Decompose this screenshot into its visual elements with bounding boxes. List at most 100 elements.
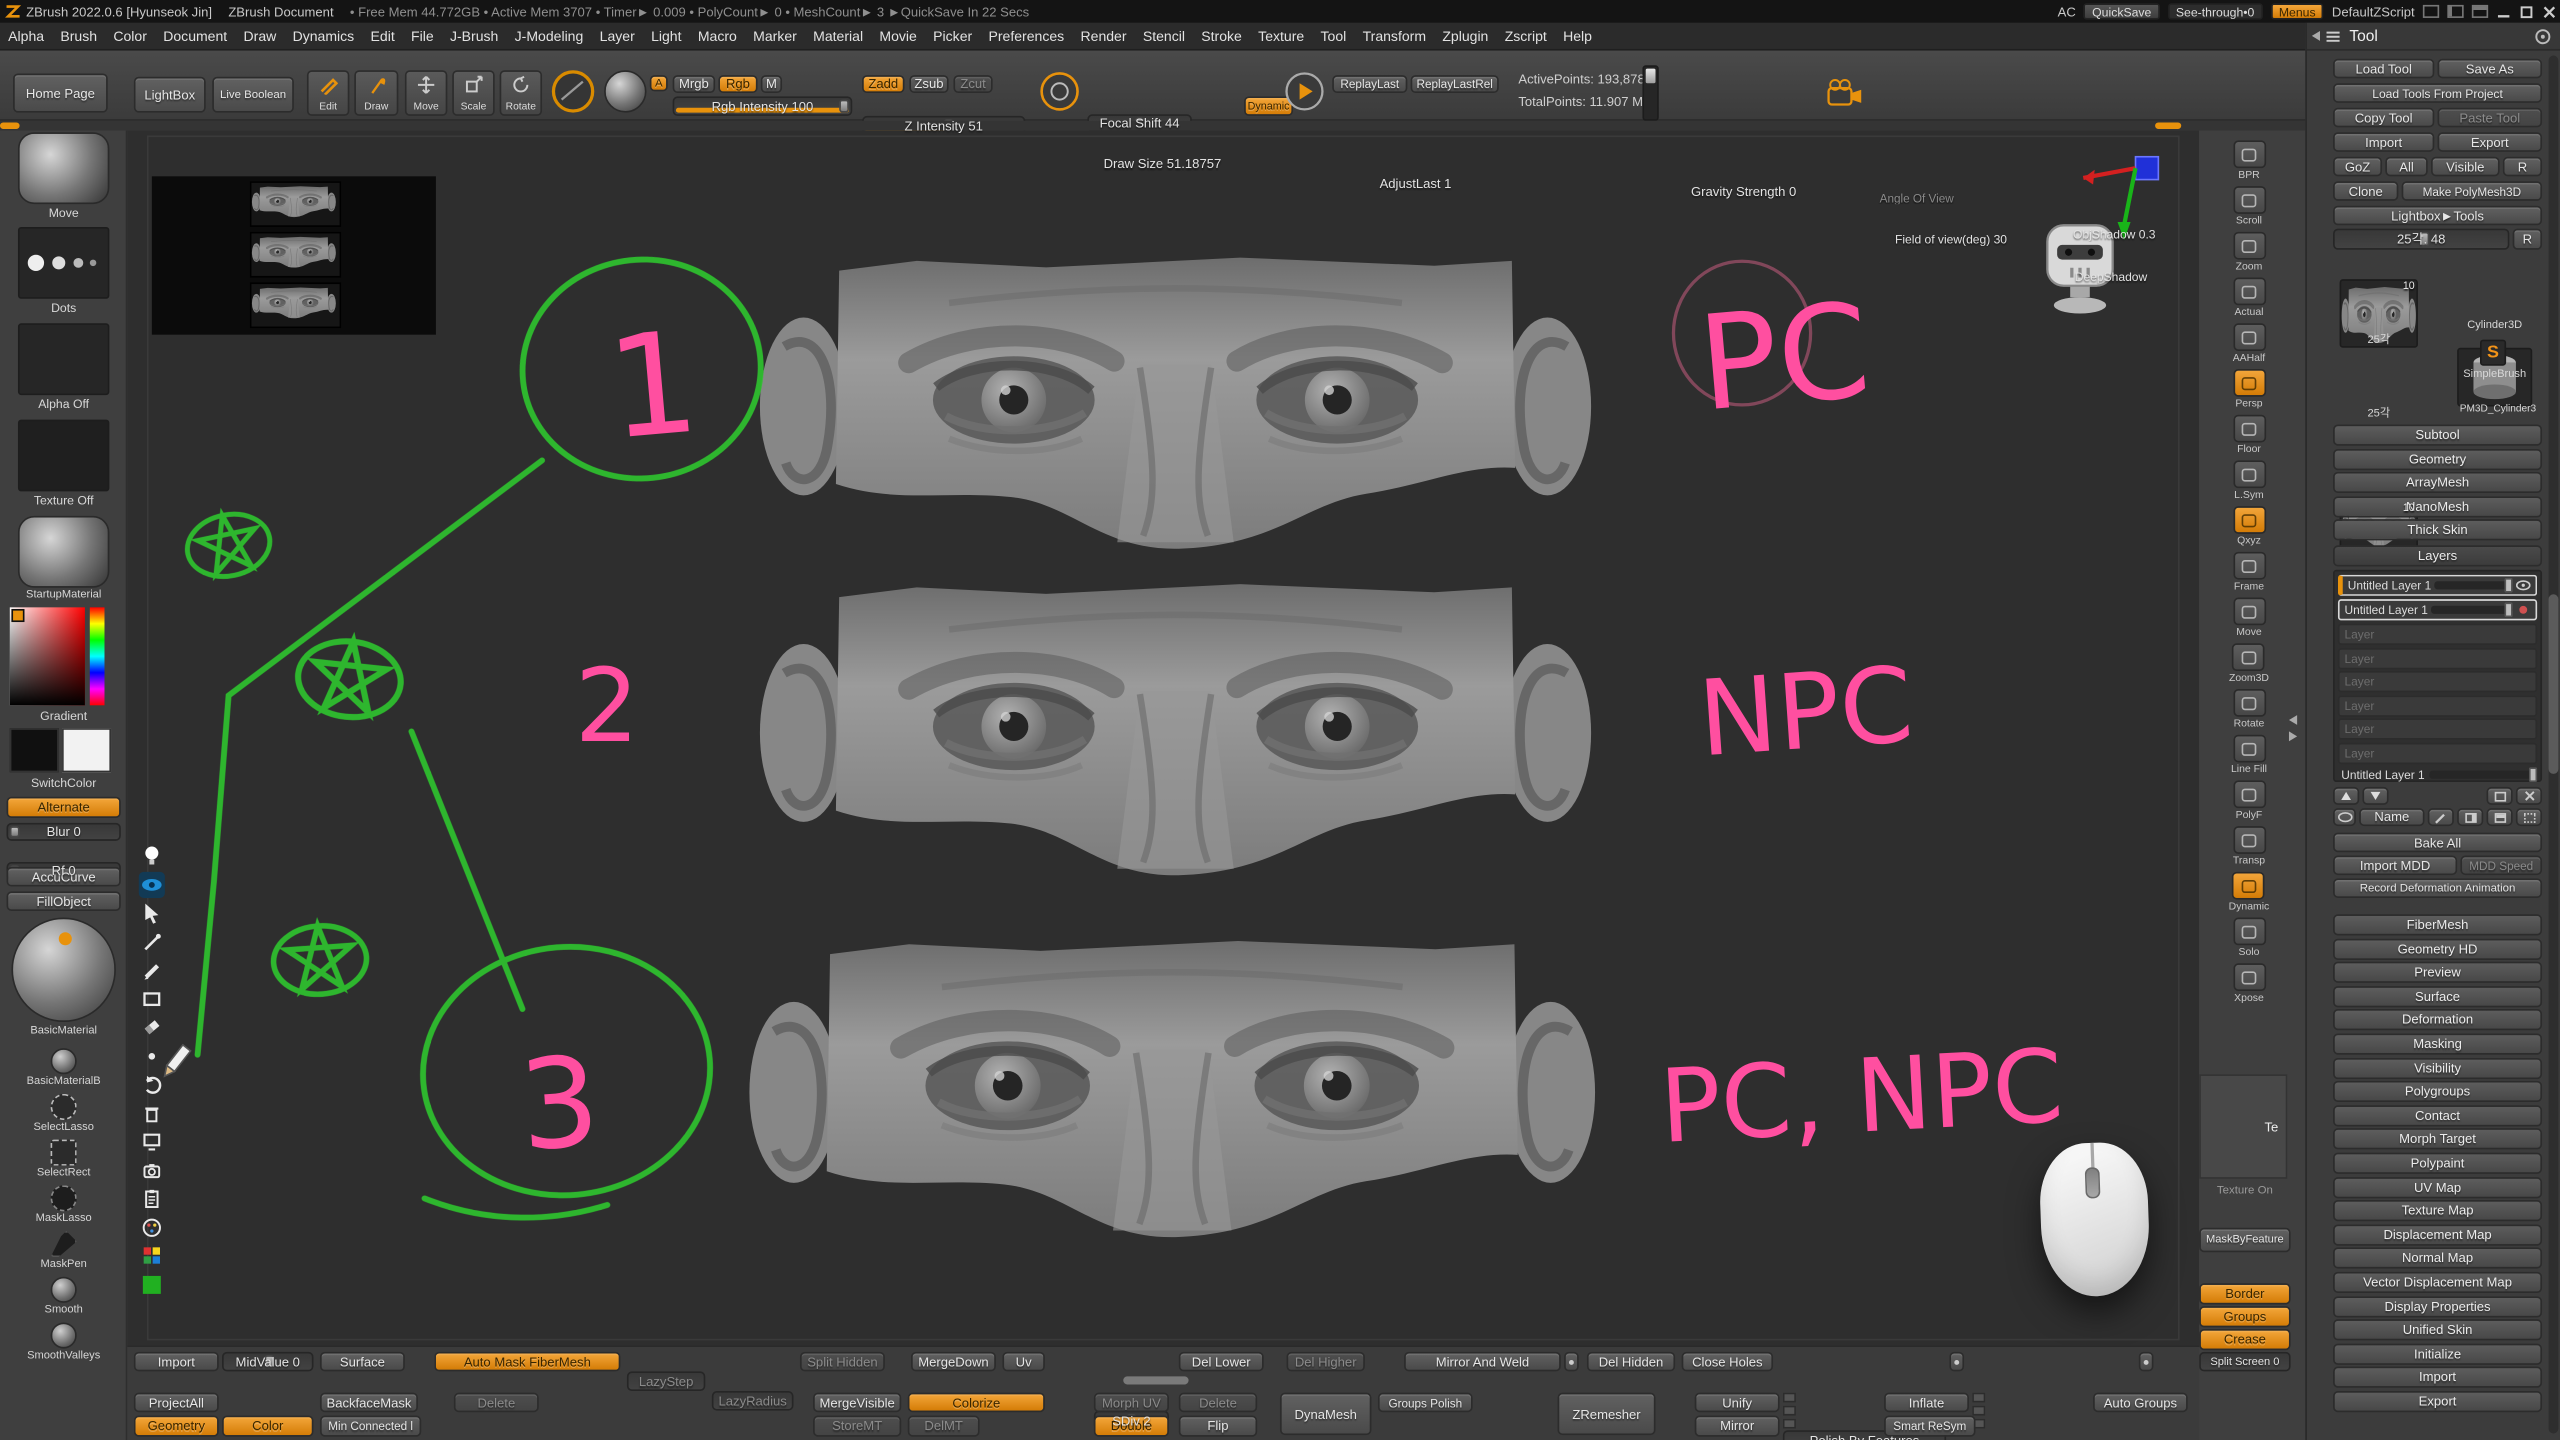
left-tray-item[interactable]: SmoothValleys	[27, 1322, 100, 1361]
colorize-button[interactable]: Colorize	[908, 1393, 1045, 1413]
layout-icon[interactable]	[2423, 5, 2439, 18]
tool-section-header[interactable]: Preview	[2333, 962, 2542, 983]
clone-button[interactable]: Clone	[2333, 181, 2398, 201]
material-thumbnail[interactable]	[18, 516, 109, 588]
tool-section-header[interactable]: Surface	[2333, 986, 2542, 1007]
load-tools-from-project-button[interactable]: Load Tools From Project	[2333, 83, 2542, 103]
goz-all-button[interactable]: All	[2385, 157, 2427, 177]
alternate-button[interactable]: Alternate	[7, 797, 121, 818]
pen-icon[interactable]	[139, 928, 165, 954]
tool-section-header[interactable]: Deformation	[2333, 1010, 2542, 1031]
import-button[interactable]: Import	[134, 1352, 219, 1372]
layer-slot[interactable]: Layer	[2338, 719, 2537, 740]
mirror-button[interactable]: Mirror	[1695, 1416, 1780, 1437]
left-tray-item[interactable]: MaskPen	[41, 1231, 87, 1270]
divider-handle-left[interactable]	[0, 122, 20, 129]
scale-button[interactable]: Scale	[452, 70, 494, 116]
texture-on-label[interactable]: Texture On	[2199, 1185, 2290, 1196]
menus-toggle[interactable]: Menus	[2271, 3, 2324, 19]
tool-section-header[interactable]: Displacement Map	[2333, 1224, 2542, 1245]
monitor-icon[interactable]	[139, 1128, 165, 1154]
layer-split-button[interactable]	[2457, 808, 2483, 826]
polish-features-mode-toggle[interactable]	[1949, 1352, 1964, 1372]
menu-item[interactable]: J-Brush	[442, 28, 507, 44]
tool-section-header[interactable]: Visibility	[2333, 1057, 2542, 1078]
menu-item[interactable]: File	[403, 28, 442, 44]
menu-item[interactable]: Help	[1555, 28, 1600, 44]
tool-section-header[interactable]: Thick Skin	[2333, 520, 2542, 541]
zremesher-button[interactable]: ZRemesher	[1558, 1393, 1656, 1435]
tool-section-header[interactable]: Import	[2333, 1367, 2542, 1388]
tool-section-header[interactable]: Initialize	[2333, 1343, 2542, 1364]
close-button[interactable]	[2542, 4, 2557, 19]
bake-all-button[interactable]: Bake All	[2333, 833, 2542, 853]
camera-icon[interactable]	[139, 1157, 165, 1183]
storemt-button[interactable]: StoreMT	[813, 1416, 901, 1437]
tray-collapse-arrow-right[interactable]	[2289, 731, 2297, 741]
menu-item[interactable]: Movie	[871, 28, 925, 44]
menu-item[interactable]: Layer	[591, 28, 642, 44]
flip-button[interactable]: Flip	[1179, 1416, 1257, 1437]
layout-split-icon[interactable]	[2447, 5, 2463, 18]
unify-axis-toggles[interactable]	[1783, 1393, 1796, 1435]
quicksave-button[interactable]: QuickSave	[2084, 3, 2160, 19]
panel-scrollbar[interactable]	[2549, 56, 2559, 1434]
minimize-button[interactable]	[2496, 4, 2511, 19]
maximize-button[interactable]	[2519, 4, 2534, 19]
gravity-strength-slider[interactable]: Gravity Strength 0	[1675, 181, 1812, 201]
right-shelf-item[interactable]: Dynamic	[2229, 872, 2270, 913]
tray-collapse-arrow-left[interactable]	[2289, 715, 2297, 725]
lightbox-button[interactable]: LightBox	[134, 77, 206, 113]
menu-item[interactable]: Draw	[235, 28, 284, 44]
tool-menu-icon[interactable]	[2325, 29, 2341, 44]
menu-item[interactable]: Picker	[925, 28, 980, 44]
geometry-button[interactable]: Geometry	[134, 1416, 219, 1437]
layer-intensity-track[interactable]	[2434, 581, 2512, 589]
layer-eye-icon[interactable]	[2516, 580, 2531, 591]
tool-section-header[interactable]: Geometry	[2333, 448, 2542, 469]
right-shelf-item[interactable]: Rotate	[2233, 689, 2266, 730]
tool-section-header[interactable]: Contact	[2333, 1105, 2542, 1126]
undo-icon[interactable]	[139, 1071, 165, 1097]
del-higher-button[interactable]: Del Higher	[1287, 1352, 1365, 1372]
surface-button[interactable]: Surface	[320, 1352, 405, 1372]
default-zscript-button[interactable]: DefaultZScript	[2332, 4, 2415, 19]
color-button[interactable]: Color	[222, 1416, 313, 1437]
obj-shadow-slider[interactable]: ObjShadow 0.3	[2064, 225, 2165, 243]
color-picker[interactable]	[10, 607, 118, 705]
trash-icon[interactable]	[139, 1100, 165, 1126]
menu-item[interactable]: Dynamics	[284, 28, 362, 44]
focal-shift-slider[interactable]: Focal Shift 44	[1087, 114, 1191, 132]
tool-section-header[interactable]: Masking	[2333, 1033, 2542, 1054]
menu-item[interactable]: Marker	[745, 28, 805, 44]
rectangle-icon[interactable]	[139, 985, 165, 1011]
deep-shadow-slider[interactable]: DeepShadow	[2064, 266, 2159, 286]
min-connected-button[interactable]: Min Connected l	[320, 1416, 421, 1437]
right-shelf-item[interactable]: Floor	[2233, 415, 2266, 456]
cursor-icon[interactable]	[139, 900, 165, 926]
tool-section-header[interactable]: UV Map	[2333, 1176, 2542, 1197]
layer-slot[interactable]: Layer	[2338, 671, 2537, 692]
tool-restore-icon[interactable]	[2534, 27, 2552, 45]
current-brush-thumbnail[interactable]	[18, 132, 109, 204]
replay-last-rel-button[interactable]: ReplayLastRel	[1411, 75, 1499, 93]
right-shelf-item[interactable]: Actual	[2233, 278, 2266, 319]
layer-down-button[interactable]	[2362, 787, 2388, 805]
right-shelf-item[interactable]: Qxyz	[2233, 506, 2266, 547]
left-tray-item[interactable]: BasicMaterialB	[27, 1048, 101, 1087]
right-shelf-item[interactable]: L.Sym	[2233, 460, 2266, 501]
see-through-slider[interactable]: See-through•0	[2168, 3, 2263, 19]
layer-slot[interactable]: Layer	[2338, 695, 2537, 716]
record-deformation-button[interactable]: Record Deformation Animation	[2333, 878, 2542, 898]
menu-item[interactable]: Material	[805, 28, 871, 44]
tool-section-header[interactable]: Texture Map	[2333, 1200, 2542, 1221]
tool-import-button[interactable]: Import	[2333, 132, 2434, 152]
layer-slot[interactable]: Layer	[2338, 647, 2537, 668]
right-shelf-item[interactable]: Persp	[2233, 369, 2266, 410]
right-shelf-item[interactable]: Zoom3D	[2229, 643, 2269, 684]
layers-section-header[interactable]: Layers	[2333, 545, 2542, 566]
replay-last-button[interactable]: ReplayLast	[1332, 75, 1407, 93]
mirror-weld-toggle[interactable]	[1564, 1352, 1579, 1372]
eye-icon[interactable]	[139, 871, 165, 897]
split-screen-slider[interactable]: Split Screen 0	[2199, 1352, 2290, 1372]
